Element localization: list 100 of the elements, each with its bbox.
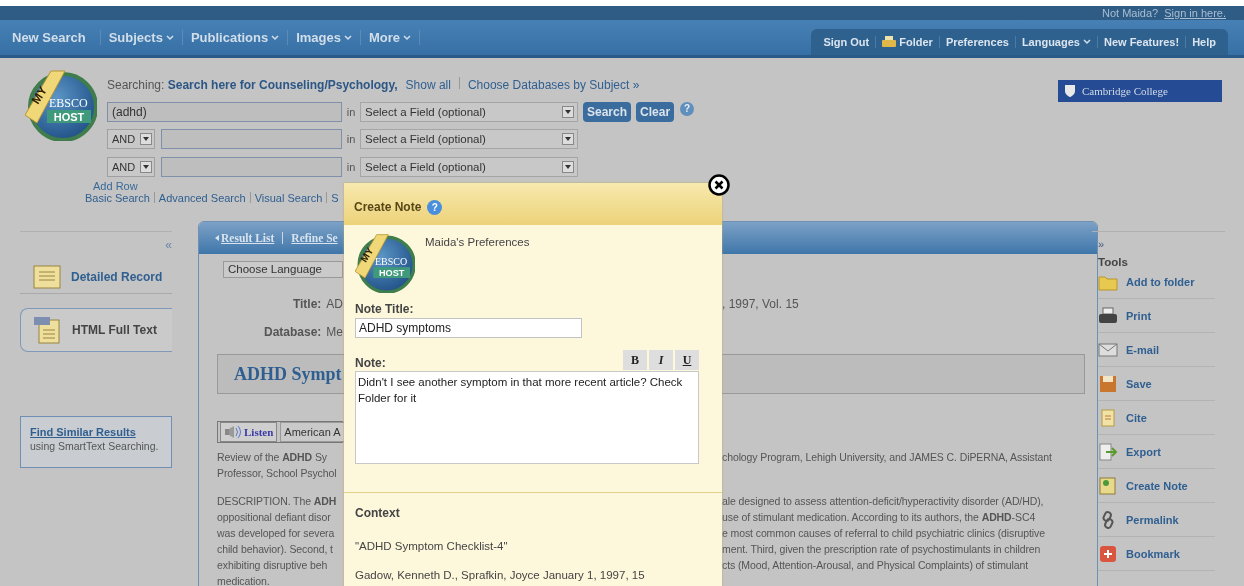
chevron-icon <box>1082 39 1091 45</box>
context-title: "ADHD Symptom Checklist-4" <box>355 540 509 552</box>
signin-link[interactable]: Sign in here. <box>1164 6 1226 20</box>
search-input[interactable] <box>161 129 342 149</box>
collapse-icon[interactable]: « <box>20 238 172 252</box>
voice-select[interactable]: American A <box>280 422 345 442</box>
expand-icon[interactable]: » <box>1098 238 1225 250</box>
chevron-icon <box>165 34 174 41</box>
paragraph-line: DESCRIPTION. The ADH <box>216 494 338 509</box>
chevron-icon <box>344 34 352 41</box>
record-nav-link[interactable]: Refine Se <box>291 232 338 244</box>
field-select[interactable]: Select a Field (optional) <box>360 101 578 122</box>
field-select[interactable]: Select a Field (optional) <box>360 156 578 177</box>
tool-link[interactable]: Add to folder <box>1098 265 1215 299</box>
help-icon[interactable]: ? <box>427 199 443 215</box>
operator-select[interactable]: AND <box>107 156 155 177</box>
paragraph-line: chology Program, Lehigh University, and JAMES C. DiPERNA, Assistant <box>722 450 1053 465</box>
nav-menu-item[interactable]: Images <box>288 30 361 45</box>
help-icon[interactable]: ? <box>680 101 695 116</box>
plus-icon <box>1098 544 1118 563</box>
language-select[interactable]: Choose Language <box>223 261 343 278</box>
search-mode-link[interactable]: Advanced Search <box>158 191 246 204</box>
document-icon <box>32 264 62 290</box>
note-label: Note: <box>355 356 386 370</box>
searching-text: Searching: Search here for Counseling/Psychology, <box>107 78 398 92</box>
paragraph-line: oppositional defiant disor <box>216 510 332 525</box>
citation-text: Gadow, Kenneth D., Sprafkin, Joyce January 1, 1997, 15 <box>355 569 646 581</box>
nav-menu-item[interactable]: Subjects <box>100 30 183 45</box>
folder-link[interactable]: Folder <box>876 36 940 48</box>
search-mode-link[interactable]: S <box>331 191 339 204</box>
tools-heading: Tools <box>1098 256 1129 268</box>
sidebar-item[interactable]: HTML Full Text <box>20 308 172 352</box>
nav-menu-item[interactable]: Publications <box>182 30 289 45</box>
tool-link[interactable]: Export <box>1098 435 1215 469</box>
tool-link[interactable]: Permalink <box>1098 503 1215 537</box>
search-button[interactable]: Search <box>583 101 632 122</box>
tool-link[interactable]: Bookmark <box>1098 537 1215 571</box>
nav-link[interactable]: Languages <box>1015 36 1098 48</box>
nav-link[interactable]: Sign Out <box>817 36 877 48</box>
paragraph-line: medication. <box>216 574 271 586</box>
listen-button[interactable]: Listen <box>220 422 278 442</box>
note-textarea[interactable]: Didn't I see another symptom in that more recent article? Check Folder for it <box>355 371 699 464</box>
format-button[interactable]: B <box>623 350 647 370</box>
field-value: AD <box>326 297 343 311</box>
printer-icon <box>882 36 897 48</box>
show-all-link[interactable]: Show all <box>405 78 451 92</box>
html-document-icon <box>33 316 63 344</box>
paragraph-line: Review of the ADHD Sy <box>216 450 328 465</box>
operator-select[interactable]: AND <box>107 129 155 149</box>
paragraph-line: exhibiting disruptive beh <box>216 558 329 573</box>
field-select[interactable]: Select a Field (optional) <box>360 129 578 149</box>
envelope-icon <box>1098 340 1118 359</box>
paragraph-line: was developed for severa <box>216 526 336 541</box>
context-heading: Context <box>355 506 401 520</box>
document-icon <box>1098 408 1118 427</box>
choose-databases-link[interactable]: Choose Databases by Subject » <box>467 78 640 92</box>
paragraph-line: child behavior). Second, t <box>216 542 334 557</box>
field-value: Me <box>326 325 343 339</box>
dialog-title: Create Note <box>354 200 422 214</box>
find-similar-link[interactable]: Find Similar Results <box>30 426 162 438</box>
note-icon <box>1098 476 1118 495</box>
ebsco-logo: MY EBSCO HOST <box>355 233 415 293</box>
search-mode-link[interactable]: Basic Search <box>85 191 150 204</box>
nav-link[interactable]: Help <box>1186 36 1222 48</box>
owner-text: Maida's Preferences <box>425 236 530 250</box>
nav-menu-item[interactable]: More <box>361 30 421 45</box>
paragraph-line: e most common causes of referral to child psychiatric clinics (disruptive <box>722 526 1046 541</box>
field-label: Title: <box>292 297 322 311</box>
search-input[interactable] <box>161 156 342 177</box>
search-mode-link[interactable]: Visual Search <box>254 191 323 204</box>
record-nav-link[interactable]: Result List <box>215 232 275 244</box>
in-label: in <box>345 160 357 173</box>
sidebar-item[interactable]: Detailed Record <box>20 261 172 294</box>
tool-link[interactable]: Create Note <box>1098 469 1215 503</box>
format-button[interactable]: I <box>649 350 673 370</box>
ebsco-logo: MY EBSCO HOST <box>25 69 97 141</box>
in-label: in <box>345 105 357 118</box>
note-title-input[interactable]: ADHD symptoms <box>355 318 582 338</box>
nav-menu-item[interactable]: New Search <box>12 30 101 45</box>
note-title-label: Note Title: <box>355 302 415 316</box>
chevron-icon <box>403 34 412 41</box>
paragraph-line: cts (Mood, Attention-Arousal, and Physical Complaints) of stimulant <box>722 558 1030 573</box>
nav-link[interactable]: Preferences <box>939 36 1016 48</box>
in-label: in <box>345 133 357 145</box>
tool-link[interactable]: Save <box>1098 367 1215 401</box>
tool-link[interactable]: Print <box>1098 299 1215 333</box>
tool-link[interactable]: E-mail <box>1098 333 1215 367</box>
clear-button[interactable]: Clear <box>636 101 675 122</box>
find-similar-text: using SmartText Searching. <box>30 440 160 452</box>
paragraph-line: Professor, School Psychol <box>216 466 338 481</box>
close-icon[interactable] <box>708 174 730 196</box>
paragraph-line: ment. Third, given the prescription rate of psychostimulants in children <box>722 542 1042 557</box>
tool-link[interactable]: Cite <box>1098 401 1215 435</box>
institution-banner: Cambridge College <box>1058 80 1222 102</box>
format-button[interactable]: U <box>675 350 699 370</box>
field-value: , 1997, Vol. 15 <box>722 297 800 311</box>
signin-prompt: Not Maida? <box>1101 6 1159 20</box>
nav-link[interactable]: New Features! <box>1097 36 1187 48</box>
field-label: Database: <box>263 325 322 339</box>
search-input[interactable]: (adhd) <box>107 101 342 122</box>
